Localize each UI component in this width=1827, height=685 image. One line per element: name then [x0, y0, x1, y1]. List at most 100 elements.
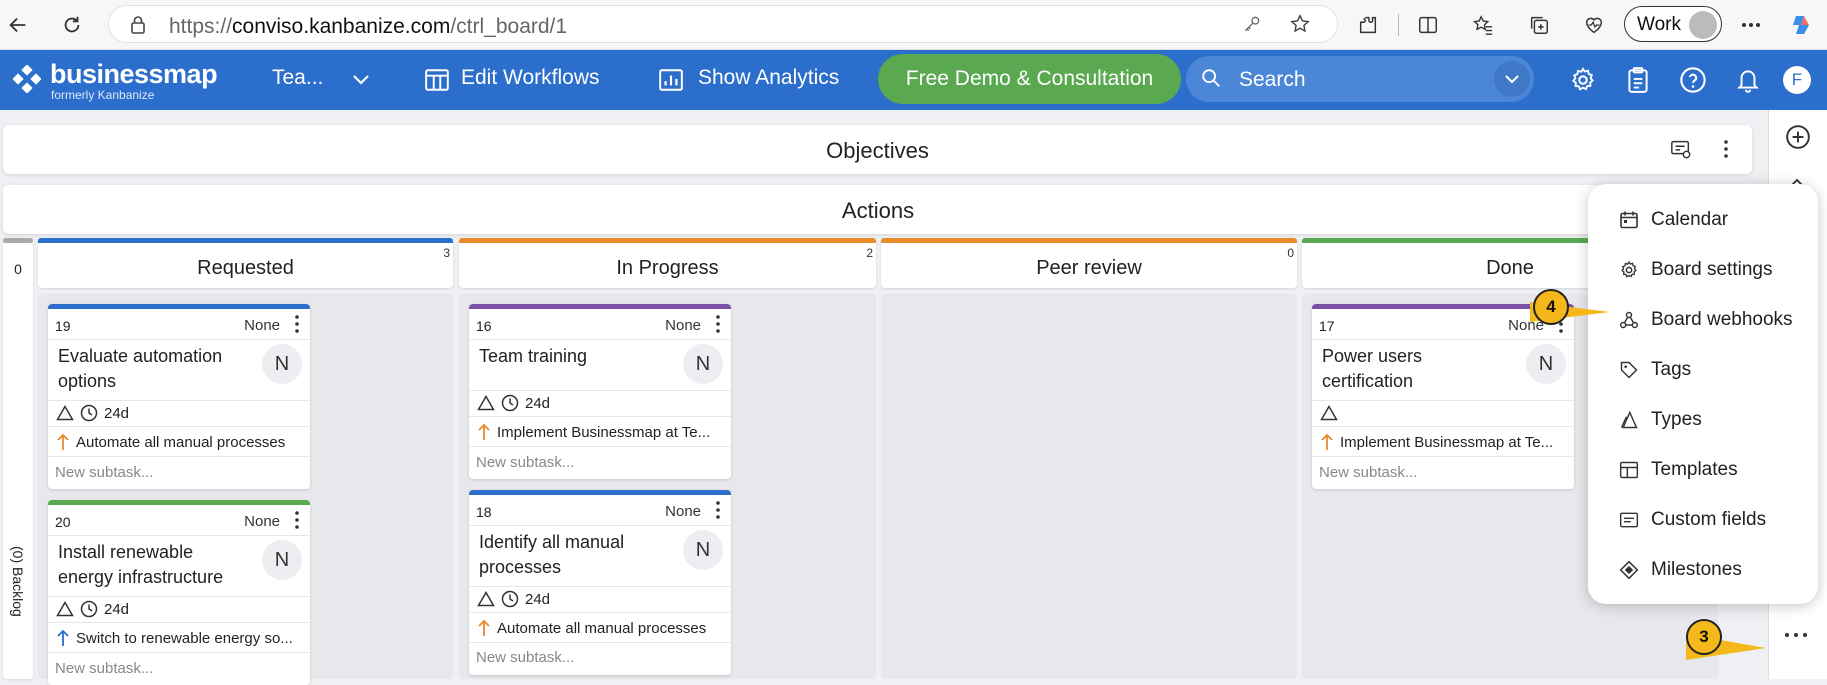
- menu-item-board-webhooks[interactable]: Board webhooks: [1588, 299, 1818, 339]
- card-divider: [469, 612, 731, 613]
- card-16[interactable]: 16 None Team training N 24d Implement Bu…: [469, 304, 731, 479]
- card-18[interactable]: 18 None Identify all manual processes N …: [469, 490, 731, 675]
- card-menu-icon[interactable]: [711, 500, 725, 520]
- favorites-icon[interactable]: [1471, 13, 1495, 37]
- copilot-icon[interactable]: [1789, 13, 1813, 37]
- workspace-selector[interactable]: Tea...: [272, 66, 323, 90]
- card-priority[interactable]: None: [244, 317, 280, 334]
- card-divider: [469, 416, 731, 417]
- user-avatar[interactable]: F: [1783, 66, 1811, 94]
- blocker-triangle-icon[interactable]: [477, 591, 495, 607]
- blocker-triangle-icon[interactable]: [56, 405, 74, 421]
- card-assignee-avatar[interactable]: N: [262, 344, 302, 384]
- card-assignee-avatar[interactable]: N: [683, 344, 723, 384]
- card-color-stripe: [469, 304, 731, 309]
- menu-item-label: Custom fields: [1651, 509, 1767, 530]
- card-title[interactable]: Evaluate automation options: [58, 344, 253, 394]
- notifications-bell-icon[interactable]: [1733, 65, 1763, 95]
- card-menu-icon[interactable]: [290, 314, 304, 334]
- card-menu-icon[interactable]: [290, 510, 304, 530]
- card-age: 24d: [525, 394, 551, 412]
- lock-icon[interactable]: [129, 15, 147, 35]
- split-screen-icon[interactable]: [1416, 13, 1440, 37]
- column-in-progress[interactable]: In Progress 2: [459, 238, 876, 288]
- settings-gear-icon[interactable]: [1568, 65, 1598, 95]
- edit-workflows-icon[interactable]: [422, 65, 452, 95]
- menu-item-custom-fields[interactable]: Custom fields: [1588, 499, 1818, 539]
- menu-item-templates[interactable]: Templates: [1588, 449, 1818, 489]
- edit-workflows-link[interactable]: Edit Workflows: [461, 66, 599, 90]
- back-icon[interactable]: [6, 13, 30, 37]
- address-bar[interactable]: https://conviso.kanbanize.com/ctrl_board…: [108, 5, 1338, 43]
- card-menu-icon[interactable]: [711, 314, 725, 334]
- new-subtask-input[interactable]: New subtask...: [1319, 464, 1417, 481]
- blocker-triangle-icon[interactable]: [56, 601, 74, 617]
- search-dropdown-chevron-icon[interactable]: [1494, 61, 1530, 97]
- performance-icon[interactable]: [1582, 13, 1606, 37]
- menu-item-milestones[interactable]: Milestones: [1588, 549, 1818, 589]
- businessmap-logo-icon[interactable]: [13, 65, 41, 93]
- card-priority[interactable]: None: [665, 317, 701, 334]
- key-icon[interactable]: [1242, 14, 1262, 34]
- column-requested[interactable]: Requested 3: [38, 238, 453, 288]
- tag-icon: [1618, 359, 1640, 381]
- card-parent-link[interactable]: Automate all manual processes: [56, 431, 306, 453]
- arrow-up-orange-icon: [478, 619, 490, 636]
- card-20[interactable]: 20 None Install renewable energy infrast…: [48, 500, 310, 685]
- card-assignee-avatar[interactable]: N: [262, 540, 302, 580]
- card-parent-link[interactable]: Implement Businessmap at Te...: [477, 421, 727, 443]
- card-priority[interactable]: None: [665, 503, 701, 520]
- column-body-peer-review: [881, 294, 1297, 679]
- blocker-triangle-icon[interactable]: [1320, 405, 1338, 421]
- chevron-down-icon[interactable]: [346, 65, 376, 95]
- analytics-icon[interactable]: [656, 65, 686, 95]
- search-input[interactable]: Search: [1239, 68, 1306, 92]
- refresh-icon[interactable]: [60, 13, 84, 37]
- filter-card-icon[interactable]: [1670, 138, 1692, 160]
- new-subtask-input[interactable]: New subtask...: [55, 660, 153, 677]
- card-meta: 24d: [477, 393, 550, 413]
- card-19[interactable]: 19 None Evaluate automation options N 24…: [48, 304, 310, 489]
- card-title[interactable]: Team training: [479, 344, 674, 369]
- extensions-icon[interactable]: [1356, 13, 1380, 37]
- add-circle-icon[interactable]: [1785, 124, 1811, 150]
- card-assignee-avatar[interactable]: N: [1526, 344, 1566, 384]
- objectives-menu-icon[interactable]: [1723, 139, 1729, 159]
- template-icon: [1618, 459, 1640, 481]
- menu-item-board-settings[interactable]: Board settings: [1588, 249, 1818, 289]
- collections-icon[interactable]: [1527, 13, 1551, 37]
- clock-icon: [501, 394, 519, 412]
- card-assignee-avatar[interactable]: N: [683, 530, 723, 570]
- menu-item-types[interactable]: Types: [1588, 399, 1818, 439]
- card-parent-link[interactable]: Switch to renewable energy so...: [56, 627, 306, 649]
- help-icon[interactable]: [1678, 65, 1708, 95]
- custom-fields-icon: [1618, 509, 1640, 531]
- search-box[interactable]: Search: [1186, 56, 1534, 102]
- card-priority[interactable]: None: [244, 513, 280, 530]
- new-subtask-input[interactable]: New subtask...: [55, 464, 153, 481]
- profile-button[interactable]: Work: [1624, 6, 1722, 42]
- show-analytics-link[interactable]: Show Analytics: [698, 66, 839, 90]
- card-title[interactable]: Power users certification: [1322, 344, 1517, 394]
- column-peer-review[interactable]: Peer review 0: [881, 238, 1297, 288]
- favorite-star-icon[interactable]: [1289, 13, 1311, 35]
- new-subtask-input[interactable]: New subtask...: [476, 649, 574, 666]
- card-title[interactable]: Identify all manual processes: [479, 530, 674, 580]
- new-subtask-input[interactable]: New subtask...: [476, 454, 574, 471]
- card-title[interactable]: Install renewable energy infrastructure: [58, 540, 253, 590]
- menu-item-label: Calendar: [1651, 209, 1729, 230]
- backlog-column[interactable]: 0 (0) Backlog: [3, 238, 33, 679]
- board-options-menu: Calendar Board settings Board webhooks T…: [1588, 184, 1818, 604]
- card-parent-link[interactable]: Implement Businessmap at Te...: [1320, 431, 1570, 453]
- blocker-triangle-icon[interactable]: [477, 395, 495, 411]
- free-demo-button[interactable]: Free Demo & Consultation: [878, 54, 1181, 104]
- card-divider: [48, 400, 310, 401]
- more-actions-icon[interactable]: [1784, 632, 1808, 638]
- more-options-icon[interactable]: [1739, 13, 1763, 37]
- profile-avatar: [1689, 11, 1717, 39]
- menu-item-calendar[interactable]: Calendar: [1588, 199, 1818, 239]
- card-divider: [48, 596, 310, 597]
- card-parent-link[interactable]: Automate all manual processes: [477, 617, 727, 639]
- clipboard-icon[interactable]: [1623, 65, 1653, 95]
- menu-item-tags[interactable]: Tags: [1588, 349, 1818, 389]
